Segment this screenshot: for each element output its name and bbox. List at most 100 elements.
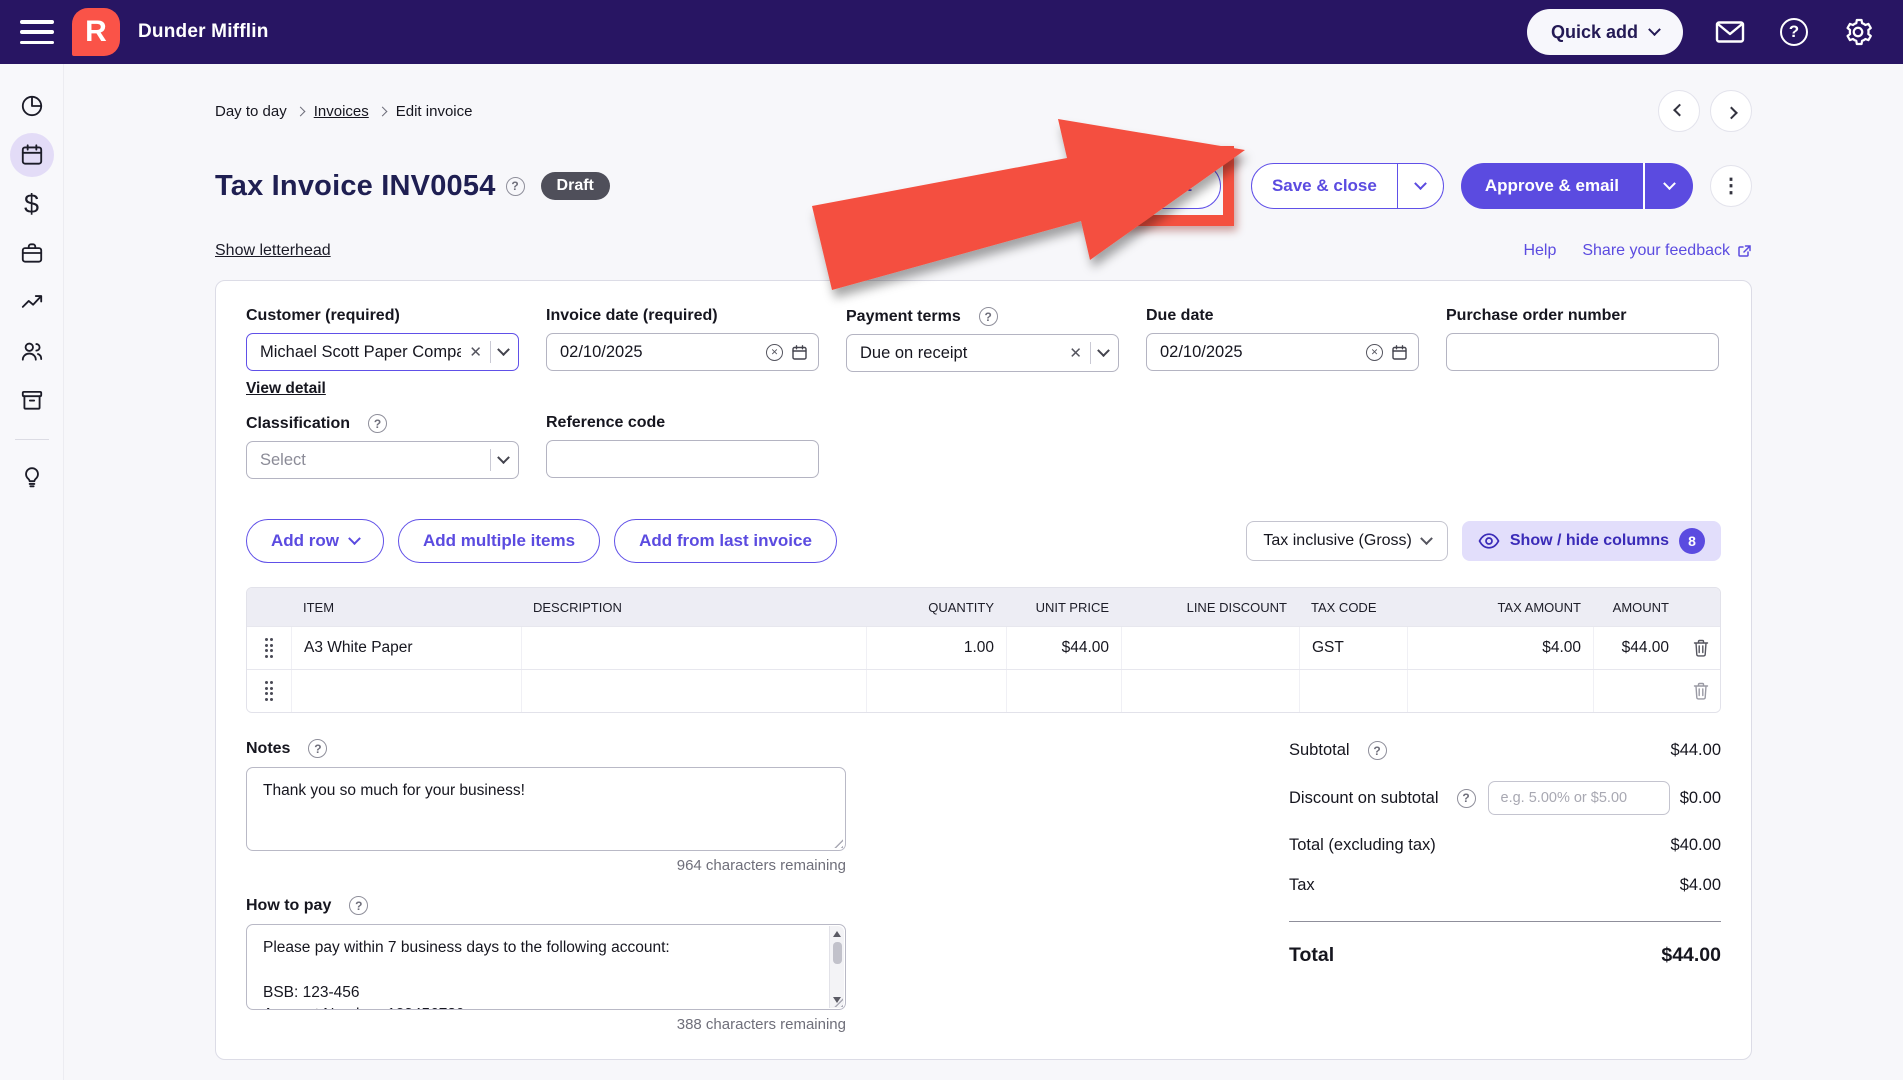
delete-row-icon[interactable]: [1681, 670, 1720, 712]
cell-description[interactable]: [521, 627, 866, 669]
col-amount[interactable]: AMOUNT: [1593, 600, 1681, 615]
help-icon[interactable]: ?: [1777, 15, 1811, 49]
invoice-date-field[interactable]: ✕: [546, 333, 819, 371]
col-unit-price[interactable]: UNIT PRICE: [1006, 600, 1121, 615]
tax-label: Tax: [1289, 876, 1315, 894]
reference-code-field[interactable]: [546, 440, 819, 478]
clear-date-icon[interactable]: ✕: [1366, 343, 1383, 361]
cell-quantity[interactable]: 1.00: [866, 627, 1006, 669]
payment-terms-input[interactable]: [860, 343, 1062, 363]
notes-help-icon[interactable]: ?: [308, 739, 328, 758]
customer-combobox[interactable]: ✕: [246, 333, 519, 371]
invoice-date-input[interactable]: [560, 342, 758, 362]
due-date-input[interactable]: [1160, 342, 1358, 362]
tax-mode-dropdown[interactable]: Tax inclusive (Gross): [1246, 521, 1448, 561]
cell-item[interactable]: [291, 670, 521, 712]
cell-amount[interactable]: [1593, 670, 1681, 712]
view-detail-link[interactable]: View detail: [246, 380, 326, 398]
discount-input[interactable]: [1487, 781, 1670, 815]
calendar-icon[interactable]: [9, 133, 54, 177]
payment-terms-help-icon[interactable]: ?: [978, 307, 998, 326]
classification-input[interactable]: [260, 450, 482, 470]
chevron-down-icon[interactable]: [497, 450, 510, 464]
payment-terms-combobox[interactable]: ✕: [846, 334, 1119, 372]
cell-line-discount[interactable]: [1121, 627, 1299, 669]
drag-handle-icon[interactable]: [247, 627, 291, 669]
invoice-form-card: Customer (required) ✕ View detail Invoic…: [215, 280, 1752, 1060]
approve-email-dropdown[interactable]: [1645, 163, 1693, 209]
col-description[interactable]: DESCRIPTION: [521, 600, 866, 615]
next-invoice-button[interactable]: [1710, 90, 1752, 132]
save-close-dropdown[interactable]: [1396, 164, 1443, 208]
clear-payment-terms-icon[interactable]: ✕: [1069, 344, 1082, 362]
add-row-button[interactable]: Add row: [246, 519, 384, 563]
add-from-last-invoice-button[interactable]: Add from last invoice: [614, 519, 837, 563]
mail-icon[interactable]: [1713, 15, 1747, 49]
breadcrumb-day-to-day[interactable]: Day to day: [215, 103, 287, 120]
breadcrumb-invoices[interactable]: Invoices: [314, 103, 369, 120]
previous-invoice-button[interactable]: [1658, 90, 1700, 132]
delete-row-icon[interactable]: [1681, 627, 1720, 669]
col-tax-amount[interactable]: TAX AMOUNT: [1407, 600, 1593, 615]
settings-gear-icon[interactable]: [1841, 15, 1875, 49]
col-item[interactable]: ITEM: [291, 600, 521, 615]
calendar-picker-icon[interactable]: [1391, 344, 1408, 361]
subtotal-help-icon[interactable]: ?: [1367, 741, 1387, 760]
po-number-input[interactable]: [1460, 342, 1708, 362]
classification-select[interactable]: [246, 441, 519, 479]
how-to-pay-textarea[interactable]: Please pay within 7 business days to the…: [247, 925, 845, 1009]
cell-tax-amount[interactable]: [1407, 670, 1593, 712]
add-multiple-items-button[interactable]: Add multiple items: [398, 519, 601, 563]
cell-tax-amount[interactable]: $4.00: [1407, 627, 1593, 669]
show-letterhead-link[interactable]: Show letterhead: [215, 242, 331, 260]
drag-handle-icon[interactable]: [247, 670, 291, 712]
due-date-field[interactable]: ✕: [1146, 333, 1419, 371]
help-link[interactable]: Help: [1523, 242, 1556, 260]
hamburger-menu-icon[interactable]: [20, 20, 54, 44]
scroll-up-icon[interactable]: [833, 931, 841, 937]
pie-chart-icon[interactable]: [10, 84, 54, 128]
reference-code-input[interactable]: [560, 449, 808, 469]
chevron-down-icon[interactable]: [497, 342, 510, 356]
cell-line-discount[interactable]: [1121, 670, 1299, 712]
how-to-pay-help-icon[interactable]: ?: [349, 896, 369, 915]
clear-date-icon[interactable]: ✕: [766, 343, 783, 361]
textarea-scrollbar[interactable]: [829, 926, 844, 1008]
title-help-icon[interactable]: ?: [505, 176, 525, 196]
calendar-picker-icon[interactable]: [791, 344, 808, 361]
col-tax-code[interactable]: TAX CODE: [1299, 600, 1407, 615]
dollar-icon[interactable]: $: [10, 182, 54, 226]
classification-help-icon[interactable]: ?: [368, 414, 388, 433]
cell-description[interactable]: [521, 670, 866, 712]
notes-textarea[interactable]: Thank you so much for your business!: [247, 768, 845, 850]
customer-input[interactable]: [260, 342, 462, 362]
show-hide-columns-button[interactable]: Show / hide columns 8: [1461, 521, 1721, 561]
cell-item[interactable]: A3 White Paper: [291, 627, 521, 669]
feedback-link[interactable]: Share your feedback: [1582, 242, 1752, 260]
more-options-kebab-button[interactable]: ⋮: [1710, 165, 1752, 207]
discount-help-icon[interactable]: ?: [1456, 788, 1476, 808]
quick-add-button[interactable]: Quick add: [1526, 9, 1683, 55]
chevron-down-icon[interactable]: [1097, 343, 1110, 357]
cell-amount[interactable]: $44.00: [1593, 627, 1681, 669]
po-number-field[interactable]: [1446, 333, 1719, 371]
approve-email-button[interactable]: Approve & email: [1460, 163, 1643, 209]
col-quantity[interactable]: QUANTITY: [866, 600, 1006, 615]
trending-up-icon[interactable]: [10, 280, 54, 324]
cell-unit-price[interactable]: [1006, 670, 1121, 712]
archive-box-icon[interactable]: [10, 378, 54, 422]
app-logo[interactable]: R: [72, 8, 120, 56]
cell-quantity[interactable]: [866, 670, 1006, 712]
print-button[interactable]: Print: [1123, 163, 1221, 209]
top-nav: R Dunder Mifflin Quick add ?: [0, 0, 1903, 64]
scroll-thumb[interactable]: [832, 942, 842, 964]
col-line-discount[interactable]: LINE DISCOUNT: [1121, 600, 1299, 615]
save-close-button[interactable]: Save & close: [1252, 164, 1397, 208]
cell-unit-price[interactable]: $44.00: [1006, 627, 1121, 669]
briefcase-icon[interactable]: [10, 231, 54, 275]
clear-customer-icon[interactable]: ✕: [469, 343, 482, 361]
cell-tax-code[interactable]: [1299, 670, 1407, 712]
people-icon[interactable]: [10, 329, 54, 373]
lightbulb-icon[interactable]: [10, 454, 54, 498]
cell-tax-code[interactable]: GST: [1299, 627, 1407, 669]
